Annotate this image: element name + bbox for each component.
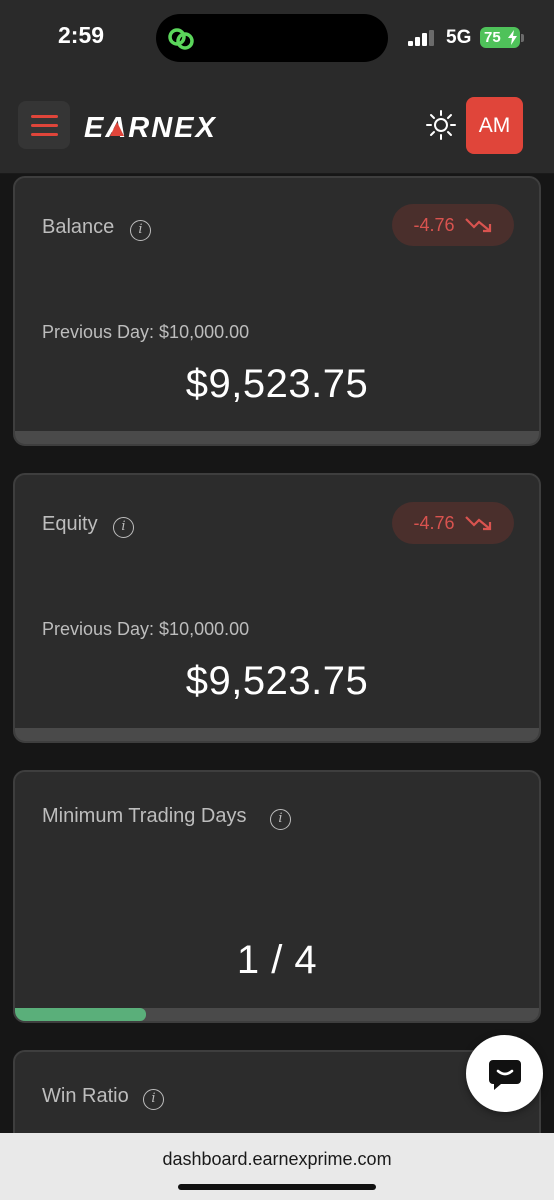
equity-delta-value: -4.76 xyxy=(413,512,455,533)
avatar[interactable]: AM xyxy=(466,97,523,154)
status-bar: 2:59 5G 75 xyxy=(0,0,554,78)
menu-button[interactable] xyxy=(18,101,70,149)
trend-down-icon xyxy=(464,218,491,233)
balance-delta-badge: -4.76 xyxy=(392,204,514,246)
info-icon[interactable]: i xyxy=(270,809,291,830)
min-trading-days-value: 1 / 4 xyxy=(236,938,318,982)
min-trading-days-card: Minimum Trading Days i 1 / 4 xyxy=(13,770,541,1023)
equity-value: $9,523.75 xyxy=(185,659,369,703)
signal-icon xyxy=(408,30,434,46)
link-icon xyxy=(168,28,194,50)
equity-title: Equity xyxy=(42,513,98,535)
battery-label: 75 xyxy=(484,29,501,46)
app-header: EARNEX AM xyxy=(0,78,554,174)
info-icon[interactable]: i xyxy=(113,517,134,538)
chat-icon xyxy=(488,1059,521,1090)
balance-previous-day: Previous Day: $10,000.00 xyxy=(42,322,250,342)
info-icon[interactable]: i xyxy=(130,220,151,241)
dynamic-island xyxy=(156,14,388,62)
equity-card: Equity i -4.76 Previous Day: $10,000.00 … xyxy=(13,473,541,743)
hamburger-icon-bar xyxy=(30,132,58,136)
balance-title: Balance xyxy=(42,216,115,238)
min-trading-days-progress-track xyxy=(15,1008,539,1021)
balance-progress-track xyxy=(15,431,539,444)
hamburger-icon-bar xyxy=(30,123,58,127)
browser-address-bar: dashboard.earnexprime.com xyxy=(0,1133,554,1200)
min-trading-days-progress-fill xyxy=(15,1008,146,1021)
home-indicator xyxy=(178,1184,376,1190)
equity-delta-badge: -4.76 xyxy=(392,502,514,544)
sun-icon[interactable] xyxy=(426,110,456,140)
win-ratio-title: Win Ratio xyxy=(42,1085,129,1107)
equity-previous-day: Previous Day: $10,000.00 xyxy=(42,619,250,639)
brand-logo-text: EARNEX xyxy=(84,112,217,143)
brand-logo[interactable]: EARNEX xyxy=(82,109,242,143)
status-time: 2:59 xyxy=(58,22,105,48)
network-label: 5G xyxy=(446,27,472,48)
balance-delta-value: -4.76 xyxy=(413,214,455,235)
battery-nub xyxy=(521,34,524,42)
battery-icon: 75 xyxy=(480,27,520,48)
balance-value: $9,523.75 xyxy=(185,362,369,406)
chat-button[interactable] xyxy=(466,1035,543,1112)
min-trading-days-title: Minimum Trading Days xyxy=(42,805,247,827)
trend-down-icon xyxy=(464,516,491,531)
address-url[interactable]: dashboard.earnexprime.com xyxy=(0,1149,554,1170)
balance-card: Balance i -4.76 Previous Day: $10,000.00… xyxy=(13,176,541,446)
equity-progress-track xyxy=(15,728,539,741)
info-icon[interactable]: i xyxy=(143,1089,164,1110)
hamburger-icon-bar xyxy=(30,114,58,118)
charging-icon xyxy=(508,30,517,45)
